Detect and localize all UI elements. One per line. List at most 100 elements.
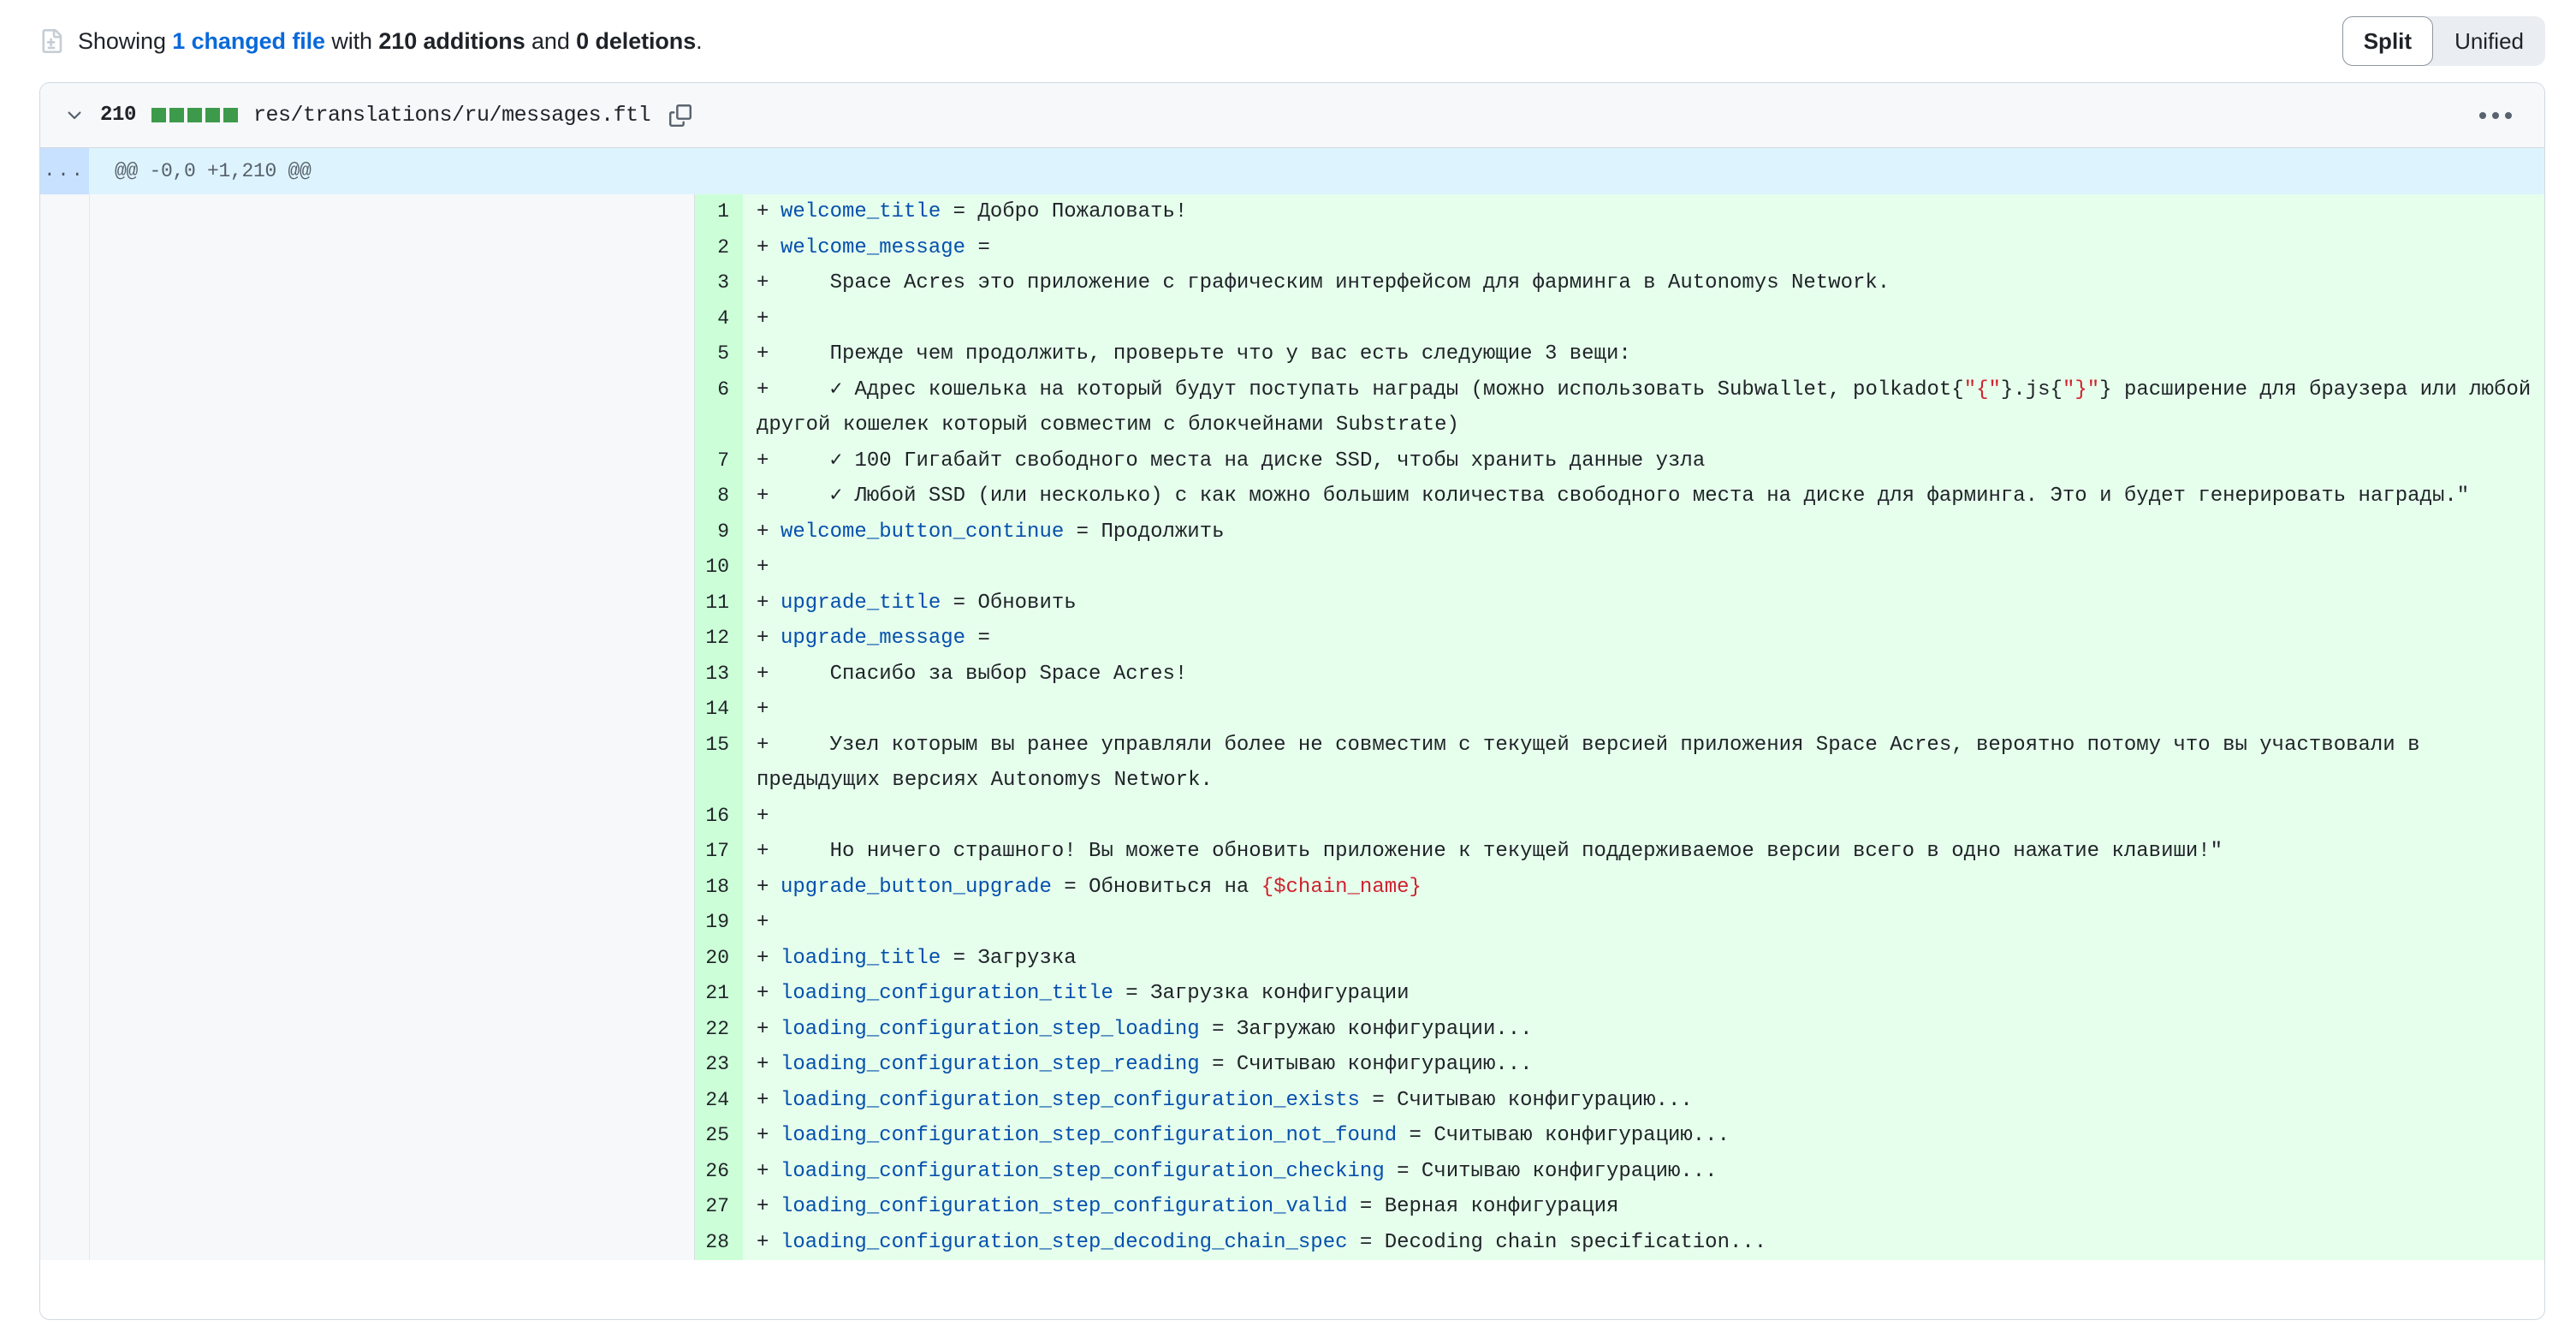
diff-right-line-number[interactable]: 7 — [694, 443, 743, 479]
diff-left-content — [89, 336, 694, 372]
diff-right-line-number[interactable]: 27 — [694, 1189, 743, 1225]
code-token-txt: Прежде чем продолжить, проверьте что у в… — [781, 342, 1631, 366]
summary-prefix: Showing — [78, 28, 172, 54]
diff-right-line-number[interactable]: 22 — [694, 1012, 743, 1048]
diff-right-line-number[interactable]: 12 — [694, 621, 743, 657]
diff-left-line-number — [40, 550, 89, 586]
diff-row: 19+ — [40, 905, 2544, 941]
code-token-txt: = — [965, 627, 990, 650]
diff-left-content — [89, 1189, 694, 1225]
diff-add-marker: + — [757, 1154, 781, 1190]
kebab-horizontal-icon[interactable] — [2467, 104, 2524, 128]
diff-add-marker: + — [757, 265, 781, 301]
diff-row: 26 +loading_configuration_step_configurat… — [40, 1154, 2544, 1190]
chevron-down-icon[interactable] — [64, 105, 85, 126]
diff-row: 24+loading_configuration_step_configurat… — [40, 1083, 2544, 1119]
diff-left-content — [89, 194, 694, 230]
diff-right-line-number[interactable]: 14 — [694, 692, 743, 728]
code-token-key: loading_configuration_step_configuration… — [781, 1124, 1397, 1147]
diffstat-block — [151, 108, 166, 122]
code-token-txt: = Продолжить — [1064, 520, 1224, 544]
diff-view-toggle[interactable]: Split Unified — [2342, 16, 2545, 66]
diff-add-marker: + — [757, 728, 781, 764]
diff-right-content: +welcome_title = Добро Пожаловать! — [743, 194, 2544, 230]
diff-row: 25 +loading_configuration_step_configurat… — [40, 1118, 2544, 1154]
diff-left-content — [89, 1225, 694, 1261]
split-view-button[interactable]: Split — [2342, 16, 2433, 66]
diff-right-line-number[interactable]: 28 — [694, 1225, 743, 1261]
diff-body: ... @@ -0,0 +1,210 @@ 1+welcome_title = … — [40, 148, 2544, 1260]
diff-left-content — [89, 621, 694, 657]
changed-files-link[interactable]: 1 changed file — [172, 28, 325, 54]
diff-right-line-number[interactable]: 6 — [694, 372, 743, 443]
diff-right-line-number[interactable]: 25 — [694, 1118, 743, 1154]
expand-hunk-button[interactable]: ... — [40, 148, 89, 194]
diff-right-line-number[interactable]: 18 — [694, 870, 743, 906]
code-token-txt: = Загружаю конфигурации... — [1200, 1018, 1533, 1041]
file-header-left: 210 res/translations/ru/messages.ftl — [64, 103, 691, 128]
diff-right-line-number[interactable]: 8 — [694, 479, 743, 514]
diff-right-line-number[interactable]: 24 — [694, 1083, 743, 1119]
diff-left-content — [89, 372, 694, 443]
code-token-key: loading_configuration_step_loading — [781, 1018, 1200, 1041]
diff-add-marker: + — [757, 1047, 781, 1083]
code-token-txt: = Верная конфигурация — [1348, 1195, 1619, 1218]
diff-left-line-number — [40, 479, 89, 514]
diff-right-line-number[interactable]: 4 — [694, 301, 743, 337]
code-token-txt: Узел которым вы ранее управляли более не… — [757, 734, 2432, 793]
diff-right-content: + — [743, 799, 2544, 835]
diff-right-line-number[interactable]: 15 — [694, 728, 743, 799]
diff-row: 5+ Прежде чем продолжить, проверьте что … — [40, 336, 2544, 372]
diff-left-content — [89, 443, 694, 479]
diff-left-line-number — [40, 301, 89, 337]
diff-right-line-number[interactable]: 17 — [694, 834, 743, 870]
diff-right-line-number[interactable]: 16 — [694, 799, 743, 835]
diff-add-marker: + — [757, 301, 781, 337]
diff-add-marker: + — [757, 514, 781, 550]
diff-row: 28+loading_configuration_step_decoding_c… — [40, 1225, 2544, 1261]
diff-right-line-number[interactable]: 13 — [694, 657, 743, 693]
diff-left-content — [89, 479, 694, 514]
diff-left-line-number — [40, 834, 89, 870]
diff-right-line-number[interactable]: 23 — [694, 1047, 743, 1083]
diff-left-content — [89, 905, 694, 941]
diff-summary-text-group: Showing 1 changed file with 210 addition… — [39, 29, 703, 53]
code-token-key: loading_configuration_step_configuration… — [781, 1160, 1385, 1183]
unified-view-button[interactable]: Unified — [2433, 16, 2545, 66]
code-token-key: upgrade_button_upgrade — [781, 876, 1052, 899]
diff-right-line-number[interactable]: 20 — [694, 941, 743, 977]
code-token-txt: .js — [2013, 378, 2050, 401]
diff-left-content — [89, 692, 694, 728]
diff-add-marker: + — [757, 1189, 781, 1225]
diff-add-marker: + — [757, 586, 781, 621]
diff-left-line-number — [40, 1118, 89, 1154]
code-token-key: welcome_button_continue — [781, 520, 1064, 544]
code-token-key: loading_configuration_step_configuration… — [781, 1089, 1360, 1112]
diff-right-line-number[interactable]: 9 — [694, 514, 743, 550]
diff-left-content — [89, 834, 694, 870]
diff-right-content: + ✓ Адрес кошелька на который будут пост… — [743, 372, 2544, 443]
file-path[interactable]: res/translations/ru/messages.ftl — [253, 103, 650, 128]
code-token-key: upgrade_title — [781, 592, 941, 615]
diff-row: 7+ ✓ 100 Гигабайт свободного места на ди… — [40, 443, 2544, 479]
diff-right-line-number[interactable]: 3 — [694, 265, 743, 301]
diff-right-line-number[interactable]: 21 — [694, 976, 743, 1012]
diff-left-content — [89, 870, 694, 906]
diff-right-line-number[interactable]: 19 — [694, 905, 743, 941]
diff-right-line-number[interactable]: 5 — [694, 336, 743, 372]
code-token-txt: ✓ 100 Гигабайт свободного места на диске… — [781, 449, 1705, 473]
diff-left-line-number — [40, 941, 89, 977]
diff-right-content: +upgrade_message = — [743, 621, 2544, 657]
diff-right-line-number[interactable]: 1 — [694, 194, 743, 230]
diff-right-line-number[interactable]: 11 — [694, 586, 743, 621]
copy-icon[interactable] — [666, 104, 691, 127]
diff-right-content: +upgrade_button_upgrade = Обновиться на … — [743, 870, 2544, 906]
diff-left-content — [89, 976, 694, 1012]
diff-row: 18+upgrade_button_upgrade = Обновиться н… — [40, 870, 2544, 906]
diff-right-line-number[interactable]: 26 — [694, 1154, 743, 1190]
diff-add-marker: + — [757, 1118, 781, 1154]
diffstat-blocks — [151, 108, 238, 122]
diff-right-line-number[interactable]: 10 — [694, 550, 743, 586]
diff-right-line-number[interactable]: 2 — [694, 230, 743, 266]
code-token-txt: Space Acres это приложение с графическим… — [781, 271, 1890, 294]
